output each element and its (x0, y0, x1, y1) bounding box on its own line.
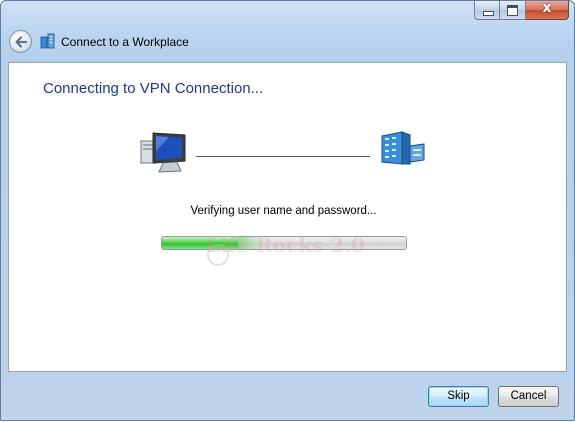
window-title: Connect to a Workplace (61, 35, 189, 49)
skip-button[interactable]: Skip (428, 386, 489, 407)
maximize-button[interactable] (500, 1, 526, 20)
cancel-button[interactable]: Cancel (498, 386, 559, 407)
status-text: Verifying user name and password... (190, 205, 377, 217)
back-button[interactable] (9, 30, 32, 53)
connect-to-workplace-window: Connect to a Workplace x Connecting to V… (0, 0, 575, 421)
close-icon: x (542, 0, 552, 16)
back-arrow-icon (15, 36, 28, 48)
minimize-button[interactable] (474, 1, 500, 20)
title-bar: Connect to a Workplace x (1, 0, 574, 63)
workplace-network-icon (40, 33, 55, 49)
computer-icon (140, 132, 186, 173)
watermark: Life Rocks 2.0 (206, 233, 365, 257)
server-icon (381, 131, 425, 165)
connection-line (196, 156, 370, 157)
page-title: Connecting to VPN Connection... (43, 80, 264, 97)
close-button[interactable]: x (526, 0, 569, 20)
wizard-content: Connecting to VPN Connection... Verifyin… (8, 62, 567, 372)
button-bar: Skip Cancel (1, 372, 574, 422)
window-controls: x (474, 0, 569, 21)
